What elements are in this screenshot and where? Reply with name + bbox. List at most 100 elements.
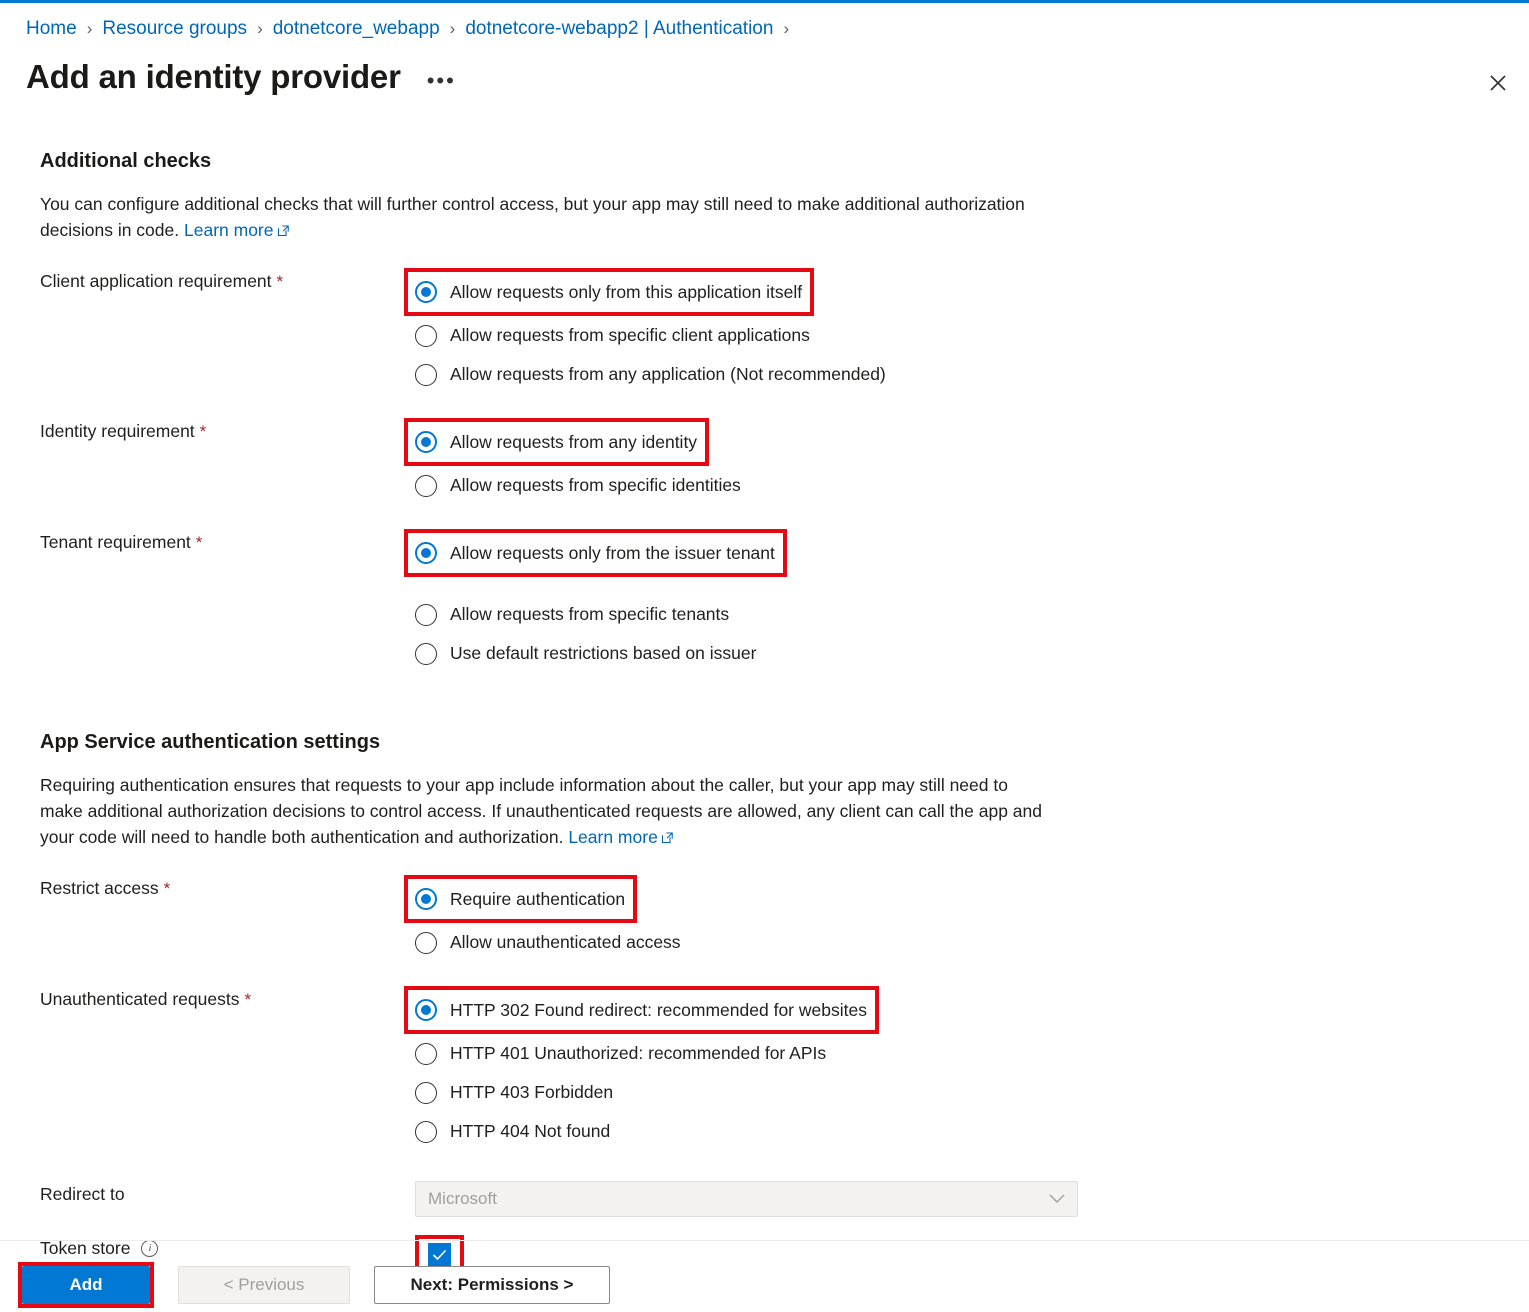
redirect-to-label: Redirect to [40,1184,125,1204]
radio-option-allow-unauthenticated[interactable]: Allow unauthenticated access [415,923,1529,962]
radio-option-app-itself[interactable]: Allow requests only from this applicatio… [404,268,815,316]
add-button[interactable]: Add [22,1266,150,1304]
breadcrumb-item-home[interactable]: Home [26,14,77,44]
radio-unselected-icon [415,1081,437,1104]
token-store-label: Token store [40,1238,131,1258]
breadcrumb: Home › Resource groups › dotnetcore_weba… [26,14,799,44]
radio-label: Allow requests from any identity [450,431,698,452]
identity-requirement-label: Identity requirement [40,421,195,441]
radio-group-restrict-access: Require authentication Allow unauthentic… [404,875,1529,962]
breadcrumb-item-dotnetcore-webapp[interactable]: dotnetcore_webapp [273,14,440,44]
radio-group-unauthenticated-requests: HTTP 302 Found redirect: recommended for… [404,986,1529,1151]
external-link-icon [661,825,674,851]
close-icon[interactable] [1479,64,1517,102]
radio-selected-icon [415,281,437,303]
field-label: Token store i [40,1235,415,1259]
radio-unselected-icon [415,1120,437,1143]
radio-option-default-restrictions[interactable]: Use default restrictions based on issuer [415,634,1529,673]
required-indicator: * [195,532,203,552]
unauthenticated-requests-label: Unauthenticated requests [40,989,240,1009]
field-label: Restrict access * [40,875,415,899]
redirect-to-value: Microsoft [428,1189,497,1208]
breadcrumb-separator-icon: › [86,19,93,38]
required-indicator: * [276,271,284,291]
top-accent-bar [0,0,1529,3]
radio-option-any-identity[interactable]: Allow requests from any identity [404,418,710,466]
field-restrict-access: Restrict access * Require authentication… [40,875,1529,962]
radio-unselected-icon [415,1042,437,1065]
breadcrumb-item-resource-groups[interactable]: Resource groups [102,14,247,44]
auth-settings-learn-more-link[interactable]: Learn more [568,827,674,847]
footer-divider [0,1240,1529,1241]
radio-label: Allow requests only from this applicatio… [450,281,803,302]
radio-option-specific-tenants[interactable]: Allow requests from specific tenants [415,595,1529,634]
field-label: Client application requirement * [40,268,415,292]
radio-option-specific-identities[interactable]: Allow requests from specific identities [415,466,1529,505]
radio-selected-icon [415,542,437,564]
radio-unselected-icon [415,474,437,497]
page-header: Add an identity provider ••• [26,55,456,99]
field-label: Tenant requirement * [40,529,415,553]
auth-settings-heading: App Service authentication settings [40,731,381,753]
field-unauthenticated-requests: Unauthenticated requests * HTTP 302 Foun… [40,986,1529,1151]
radio-option-http-302[interactable]: HTTP 302 Found redirect: recommended for… [404,986,879,1034]
radio-selected-icon [415,888,437,910]
breadcrumb-item-authentication[interactable]: dotnetcore-webapp2 | Authentication [465,14,773,44]
radio-option-any-application[interactable]: Allow requests from any application (Not… [415,355,1529,394]
radio-unselected-icon [415,324,437,347]
field-client-application-requirement: Client application requirement * Allow r… [40,268,1529,394]
field-label: Redirect to [40,1181,415,1205]
radio-label: Require authentication [450,888,626,909]
field-label: Identity requirement * [40,418,415,442]
auth-settings-description-text: Requiring authentication ensures that re… [40,775,1043,847]
radio-group-identity-requirement: Allow requests from any identity Allow r… [404,418,1529,505]
radio-group-client-application-requirement: Allow requests only from this applicatio… [404,268,1529,394]
restrict-access-label: Restrict access [40,878,159,898]
radio-selected-icon [415,431,437,453]
radio-label: Allow unauthenticated access [450,932,681,952]
previous-button[interactable]: < Previous [178,1266,350,1304]
redirect-to-dropdown[interactable]: Microsoft [415,1181,1078,1217]
radio-unselected-icon [415,603,437,626]
footer-action-bar: Add < Previous Next: Permissions > [0,1262,1529,1308]
radio-option-issuer-tenant[interactable]: Allow requests only from the issuer tena… [404,529,787,577]
additional-checks-learn-more-link[interactable]: Learn more [184,220,290,240]
radio-option-require-authentication[interactable]: Require authentication [404,875,638,923]
radio-unselected-icon [415,363,437,386]
required-indicator: * [163,878,171,898]
breadcrumb-separator-icon: › [449,19,456,38]
field-label: Unauthenticated requests * [40,986,415,1010]
radio-label: HTTP 403 Forbidden [450,1082,614,1102]
redirect-to-control: Microsoft [415,1181,1529,1217]
radio-label: Use default restrictions based on issuer [450,643,757,663]
breadcrumb-separator-icon: › [257,19,263,38]
info-icon[interactable]: i [141,1240,159,1257]
form-content: Additional checks You can configure addi… [0,150,1529,1274]
radio-label: HTTP 401 Unauthorized: recommended for A… [450,1043,827,1063]
radio-label: HTTP 302 Found redirect: recommended for… [450,999,867,1020]
field-redirect-to: Redirect to Microsoft [40,1181,1529,1217]
external-link-icon [277,218,290,244]
required-indicator: * [199,421,207,441]
field-tenant-requirement: Tenant requirement * Allow requests only… [40,529,1529,673]
learn-more-label: Learn more [568,827,658,847]
more-options-icon[interactable]: ••• [427,70,456,92]
radio-option-specific-client-apps[interactable]: Allow requests from specific client appl… [415,316,1529,355]
radio-group-tenant-requirement: Allow requests only from the issuer tena… [404,529,1529,673]
radio-label: Allow requests only from the issuer tena… [450,542,775,563]
radio-option-http-401[interactable]: HTTP 401 Unauthorized: recommended for A… [415,1034,1529,1073]
chevron-down-icon [1049,1189,1065,1209]
radio-label: Allow requests from specific identities [450,475,741,495]
radio-selected-icon [415,999,437,1021]
required-indicator: * [244,989,252,1009]
radio-label: HTTP 404 Not found [450,1121,611,1141]
page-title: Add an identity provider [26,58,401,95]
radio-option-http-403[interactable]: HTTP 403 Forbidden [415,1073,1529,1112]
radio-option-http-404[interactable]: HTTP 404 Not found [415,1112,1529,1151]
radio-unselected-icon [415,642,437,665]
radio-label: Allow requests from specific tenants [450,604,730,624]
next-permissions-button[interactable]: Next: Permissions > [374,1266,610,1304]
auth-settings-description: Requiring authentication ensures that re… [40,772,1050,851]
radio-unselected-icon [415,931,437,954]
breadcrumb-separator-icon: › [783,19,790,38]
